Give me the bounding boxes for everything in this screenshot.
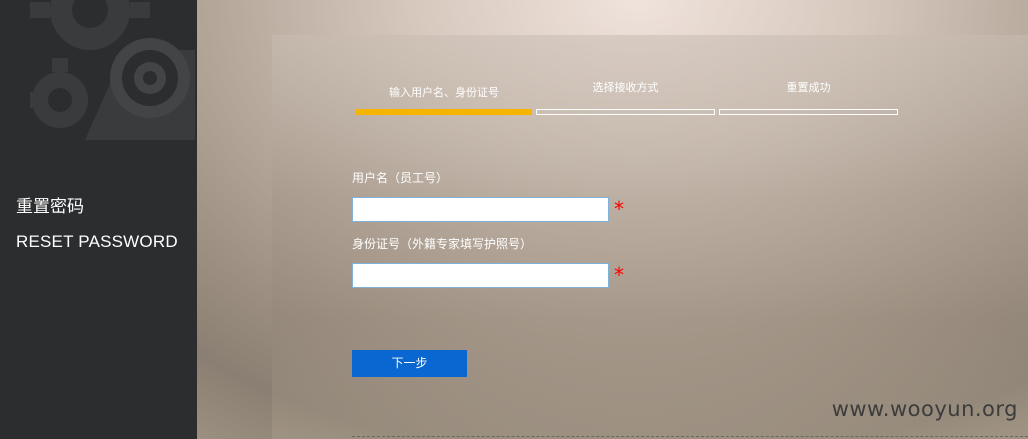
id-number-label: 身份证号（外籍专家填写护照号） — [352, 237, 533, 251]
username-required-mark: * — [614, 197, 624, 221]
next-step-button[interactable]: 下一步 — [352, 350, 467, 377]
step-enter-info: 输入用户名、身份证号 — [356, 79, 532, 115]
page-title-en: RESET PASSWORD — [16, 232, 178, 251]
step-label: 选择接收方式 — [592, 81, 659, 94]
watermark: www.wooyun.org — [831, 397, 1018, 421]
step-bar — [536, 109, 715, 115]
username-label: 用户名（员工号） — [352, 171, 449, 185]
id-number-required-mark: * — [614, 263, 624, 287]
username-input[interactable] — [352, 197, 609, 222]
id-number-input[interactable] — [352, 263, 609, 288]
step-reset-success: 重置成功 — [719, 79, 898, 115]
step-bar — [719, 109, 898, 115]
step-bar — [356, 109, 532, 115]
page-title-cn: 重置密码 — [16, 197, 84, 217]
step-label: 输入用户名、身份证号 — [389, 86, 499, 99]
gear-icon — [30, 0, 195, 140]
step-choose-method: 选择接收方式 — [536, 79, 715, 115]
progress-steps: 输入用户名、身份证号 选择接收方式 重置成功 — [356, 79, 901, 115]
divider — [352, 436, 1028, 437]
step-label: 重置成功 — [786, 81, 831, 94]
sidebar: 重置密码 RESET PASSWORD — [0, 0, 197, 439]
